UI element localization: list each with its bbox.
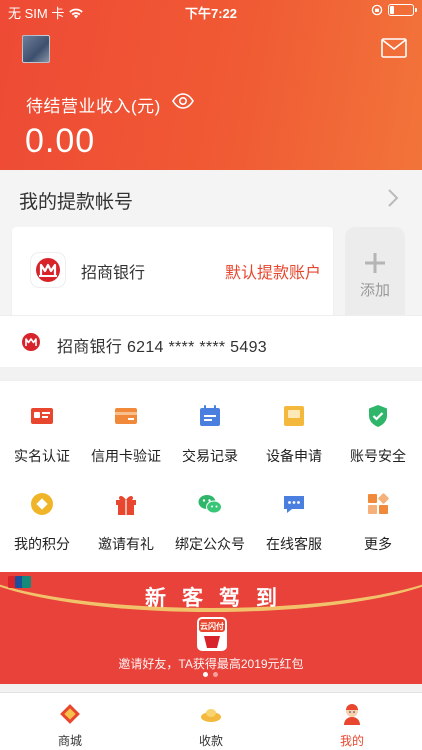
plus-icon (365, 253, 385, 273)
status-time: 下午7:22 (184, 6, 238, 21)
withdraw-accounts-section: 我的提款帐号 招商银行 默认提款账户 添加 (0, 170, 422, 315)
feature-grid: 实名认证 信用卡验证 交易记录 设备申请 账号安全 我的积分 邀请有礼 绑定公众… (0, 380, 422, 572)
grid-item-label: 设备申请 (266, 448, 322, 464)
earnings-label: 待结营业收入(元) (26, 97, 161, 116)
bank-account-row[interactable]: 招商银行 6214 **** **** 5493 (0, 315, 422, 367)
wechat-icon (198, 495, 222, 514)
screen: 无 SIM 卡 下午7:22 待结营业收入(元) 0.00 我的提款帐号 招商银… (0, 0, 422, 750)
cmb-bank-logo-icon (22, 333, 40, 351)
yunshanfu-badge-icon: 云闪付 (197, 617, 227, 651)
id-card-icon (31, 408, 53, 424)
grid-item-wechat-bind[interactable]: 绑定公众号 (168, 491, 252, 554)
add-account-button[interactable]: 添加 (345, 227, 405, 315)
chat-service-icon (284, 496, 304, 513)
status-bar: 无 SIM 卡 下午7:22 (0, 0, 422, 22)
tab-shop[interactable]: 商城 (0, 693, 140, 750)
add-account-label: 添加 (359, 282, 390, 299)
grid-item-label: 邀请有礼 (98, 536, 154, 552)
promo-banner[interactable]: 新客驾到 云闪付 邀请好友，TA获得最高2019元红包 (0, 572, 422, 684)
grid-item-device-apply[interactable]: 设备申请 (252, 403, 336, 466)
pagination-dot[interactable] (213, 672, 218, 677)
cmb-bank-logo-icon (31, 253, 65, 287)
grid-item-transactions[interactable]: 交易记录 (168, 403, 252, 466)
tab-label: 我的 (339, 734, 364, 748)
grid-item-real-name[interactable]: 实名认证 (0, 403, 84, 466)
grid-item-label: 实名认证 (14, 448, 70, 464)
grid-item-label: 账号安全 (350, 448, 406, 464)
calendar-record-icon (200, 405, 220, 426)
accounts-title[interactable]: 我的提款帐号 (19, 187, 133, 214)
status-right (371, 4, 417, 16)
shop-icon (60, 704, 80, 724)
grid-item-account-security[interactable]: 账号安全 (336, 403, 420, 466)
banner-pagination (203, 672, 218, 677)
avatar[interactable] (22, 35, 50, 63)
grid-item-label: 更多 (364, 536, 392, 552)
svg-text:云闪付: 云闪付 (200, 621, 224, 631)
grid-item-label: 绑定公众号 (175, 536, 245, 552)
grid-item-label: 在线客服 (266, 536, 322, 552)
coin-icon (31, 493, 53, 515)
grid-item-credit-card[interactable]: 信用卡验证 (84, 403, 168, 466)
grid-item-label: 信用卡验证 (91, 448, 161, 464)
earnings-value: 0.00 (25, 122, 96, 160)
gift-icon (116, 495, 136, 515)
orientation-lock-icon (371, 4, 383, 16)
device-box-icon (284, 406, 304, 426)
bank-account-text: 招商银行 6214 **** **** 5493 (57, 339, 267, 356)
grid-item-label: 交易记录 (182, 448, 238, 464)
mail-icon[interactable] (381, 38, 407, 58)
grid-item-online-service[interactable]: 在线客服 (252, 491, 336, 554)
bank-card[interactable]: 招商银行 默认提款账户 (12, 227, 333, 315)
more-grid-icon (368, 493, 389, 514)
default-account-label: 默认提款账户 (224, 265, 321, 282)
gold-ingot-icon (201, 709, 221, 722)
header: 无 SIM 卡 下午7:22 待结营业收入(元) 0.00 (0, 0, 422, 170)
battery-icon (388, 4, 417, 16)
tab-label: 收款 (198, 734, 223, 748)
bank-card-name: 招商银行 (81, 265, 146, 282)
tab-bar: 商城 收款 我的 (0, 692, 422, 750)
eye-icon[interactable] (172, 93, 194, 109)
shield-check-icon (369, 405, 387, 427)
pagination-dot[interactable] (203, 672, 208, 677)
tab-label: 商城 (57, 734, 82, 748)
tab-collect[interactable]: 收款 (141, 693, 281, 750)
banner-title: 新客驾到 (145, 587, 293, 610)
grid-item-more[interactable]: 更多 (336, 491, 420, 554)
grid-item-label: 我的积分 (14, 536, 70, 552)
banner-text: 邀请好友，TA获得最高2019元红包 (118, 657, 304, 671)
credit-card-icon (115, 408, 137, 424)
grid-item-points[interactable]: 我的积分 (0, 491, 84, 554)
chevron-right-icon[interactable] (387, 188, 399, 208)
tab-mine[interactable]: 我的 (282, 693, 422, 750)
profile-mascot-icon (344, 704, 360, 725)
grid-item-invite[interactable]: 邀请有礼 (84, 491, 168, 554)
